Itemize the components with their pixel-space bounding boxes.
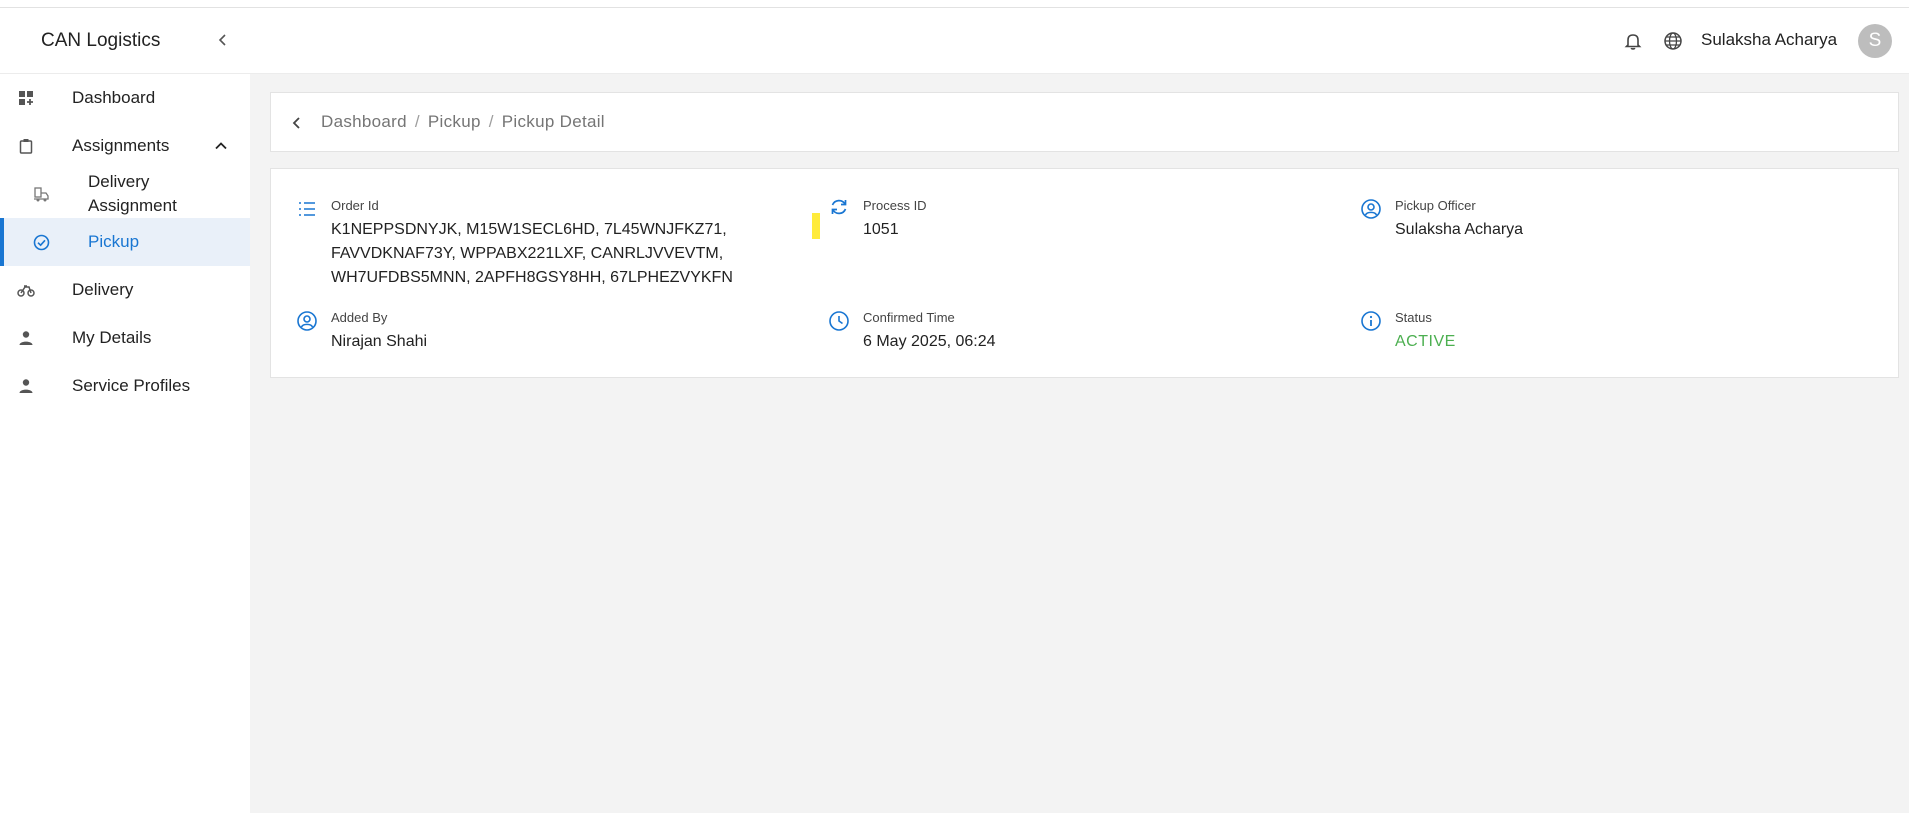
sync-icon [831,199,847,215]
sidebar-item-label-line1: Delivery [88,172,150,191]
language-globe-icon[interactable] [1662,30,1684,52]
account-circle-icon [1361,199,1381,219]
account-circle-icon [297,311,317,331]
process-id-label: Process ID [863,198,927,213]
status-label: Status [1395,310,1432,325]
sidebar-item-assignments[interactable]: Assignments [0,122,250,170]
order-id-label: Order Id [331,198,379,213]
info-icon [1361,311,1381,331]
highlight-marker [812,213,820,239]
app-title: CAN Logistics [41,29,161,51]
pickup-officer-value: Sulaksha Acharya [1395,221,1524,238]
confirmed-time-label: Confirmed Time [863,310,955,325]
field-confirmed-time: Confirmed Time 6 May 2025, 06:24 [828,310,1228,360]
sidebar-item-label-line2: Assignment [88,196,177,215]
bike-icon [17,281,35,299]
brand-header: CAN Logistics [0,8,250,74]
breadcrumb-separator: / [414,112,420,131]
breadcrumb: Dashboard / Pickup / Pickup Detail [270,92,1899,152]
confirmed-time-value: 6 May 2025, 06:24 [863,333,996,350]
process-id-value: 1051 [863,221,899,238]
delivery-assignment-icon [32,185,50,203]
pickup-officer-label: Pickup Officer [1395,198,1476,213]
list-icon [299,202,315,216]
back-button[interactable] [286,112,308,134]
sidebar-item-dashboard[interactable]: Dashboard [0,74,250,122]
breadcrumb-current: Pickup Detail [501,112,605,131]
breadcrumb-pickup-link[interactable]: Pickup [428,112,481,132]
status-badge: ACTIVE [1395,333,1456,350]
field-status: Status ACTIVE [1360,310,1760,360]
clipboard-icon [17,137,35,155]
clock-icon [829,311,849,331]
order-id-line: WH7UFDBS5MNN, 2APFH8GSY8HH, 67LPHEZVYKFN [331,269,733,286]
sidebar-item-label: My Details [72,328,152,347]
top-border [0,0,1909,8]
chevron-up-icon [211,136,231,156]
breadcrumb-dashboard-link[interactable]: Dashboard [321,112,407,132]
sidebar-item-delivery-assignment[interactable]: Delivery Assignment [0,170,250,218]
sidebar-item-service-profiles[interactable]: Service Profiles [0,362,250,410]
sidebar-item-label: Delivery [72,280,134,299]
check-circle-icon [32,233,50,251]
breadcrumb-separator: / [488,112,494,131]
avatar[interactable]: S [1858,24,1892,58]
order-id-line: FAVVDKNAF73Y, WPPABX221LXF, CANRLJVVEVTM… [331,245,724,262]
added-by-label: Added By [331,310,388,325]
field-order-id: Order Id K1NEPPSDNYJK, M15W1SECL6HD, 7L4… [296,198,776,288]
sidebar-item-label: Service Profiles [72,376,191,395]
user-name[interactable]: Sulaksha Acharya [1701,30,1837,50]
notifications-bell-icon[interactable] [1622,30,1644,52]
pickup-detail-card: Order Id K1NEPPSDNYJK, M15W1SECL6HD, 7L4… [270,168,1899,378]
sidebar: CAN Logistics Dashboard Assignments Deli… [0,8,250,813]
sidebar-item-delivery[interactable]: Delivery [0,266,250,314]
sidebar-item-label: Pickup [88,232,140,251]
order-id-value: K1NEPPSDNYJK, M15W1SECL6HD, 7L45WNJFKZ71… [331,218,733,290]
field-process-id: Process ID 1051 [828,196,1228,246]
sidebar-item-label: Delivery Assignment [88,170,177,218]
person-icon [17,377,35,395]
chevron-left-icon [292,117,300,129]
chevron-left-icon [218,34,226,46]
added-by-value: Nirajan Shahi [331,333,428,350]
field-added-by: Added By Nirajan Shahi [296,310,696,360]
person-icon [17,329,35,347]
sidebar-item-label: Dashboard [72,88,156,107]
dashboard-icon [17,89,35,107]
sidebar-item-pickup[interactable]: Pickup [0,218,250,266]
sidebar-nav: Dashboard Assignments Delivery Assignmen… [0,74,250,410]
sidebar-item-label: Assignments [72,136,170,155]
collapse-sidebar-button[interactable] [212,29,234,51]
sidebar-item-my-details[interactable]: My Details [0,314,250,362]
field-pickup-officer: Pickup Officer Sulaksha Acharya [1360,198,1760,248]
order-id-line: K1NEPPSDNYJK, M15W1SECL6HD, 7L45WNJFKZ71… [331,221,727,238]
breadcrumb-trail: Dashboard / Pickup / Pickup Detail [321,112,605,132]
